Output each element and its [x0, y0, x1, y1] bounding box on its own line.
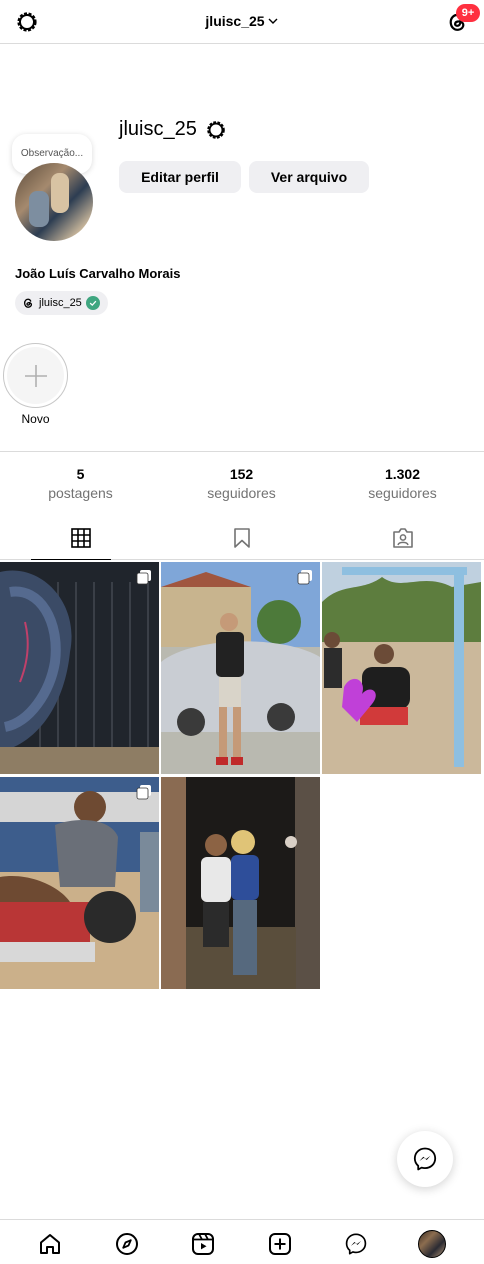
followers-label: seguidores: [207, 485, 276, 501]
messenger-icon[interactable]: [344, 1232, 368, 1256]
reels-icon[interactable]: [191, 1232, 215, 1256]
avatar-figure: [51, 173, 69, 213]
new-post-icon[interactable]: [268, 1232, 292, 1256]
avatar-figure: [29, 191, 49, 227]
posts-stat: 5 postagens: [0, 466, 161, 501]
notification-badge: 9+: [456, 4, 480, 22]
top-bar: jluisc_25 9+: [0, 0, 484, 44]
post-thumbnail[interactable]: [322, 562, 481, 774]
explore-icon[interactable]: [115, 1232, 139, 1256]
post-thumbnail[interactable]: [161, 562, 320, 774]
following-stat[interactable]: 1.302 seguidores: [322, 466, 483, 501]
following-count: 1.302: [384, 466, 421, 482]
messenger-fab-button[interactable]: [397, 1131, 453, 1187]
threads-profile-link[interactable]: jluisc_25: [15, 291, 108, 315]
account-switcher[interactable]: jluisc_25: [0, 13, 484, 29]
post-image: [161, 777, 320, 989]
post-thumbnail[interactable]: [161, 777, 320, 989]
threads-handle: jluisc_25: [39, 297, 82, 309]
carousel-icon: [136, 570, 151, 585]
tab-posts-grid[interactable]: [0, 519, 161, 560]
profile-avatar-nav[interactable]: [418, 1230, 446, 1258]
profile-username: jluisc_25: [119, 118, 197, 140]
tab-saved[interactable]: [161, 519, 322, 559]
saved-icon: [234, 528, 250, 548]
post-image: [161, 562, 320, 774]
settings-gear-icon[interactable]: [205, 119, 227, 141]
post-thumbnail[interactable]: [0, 777, 159, 989]
full-name: João Luís Carvalho Morais: [15, 266, 181, 281]
bottom-navigation: [0, 1219, 484, 1264]
post-image: [0, 562, 159, 774]
note-placeholder: Observação...: [20, 148, 84, 159]
profile-avatar[interactable]: [15, 163, 93, 241]
followers-count: 152: [229, 466, 254, 482]
messenger-icon: [413, 1147, 437, 1171]
new-highlight-label: Novo: [21, 412, 50, 426]
divider: [0, 451, 484, 452]
chevron-down-icon: [268, 18, 278, 24]
followers-stat[interactable]: 152 seguidores: [161, 466, 322, 501]
view-archive-button[interactable]: Ver arquivo: [249, 161, 369, 193]
grid-icon: [71, 528, 91, 548]
post-image: [322, 562, 481, 774]
tab-tagged[interactable]: [322, 519, 483, 559]
post-thumbnail[interactable]: [0, 562, 159, 774]
edit-profile-button[interactable]: Editar perfil: [119, 161, 241, 193]
post-image: [0, 777, 159, 989]
verified-check-icon: [85, 296, 100, 310]
threads-icon: [23, 298, 33, 308]
tagged-icon: [393, 528, 413, 548]
posts-count: 5: [76, 466, 85, 482]
profile-tabs: [0, 519, 484, 560]
carousel-icon: [136, 785, 151, 800]
plus-icon: [25, 365, 47, 387]
carousel-icon: [297, 570, 312, 585]
account-username: jluisc_25: [205, 13, 265, 29]
new-highlight-button[interactable]: [3, 343, 68, 408]
home-icon[interactable]: [38, 1232, 62, 1256]
following-label: seguidores: [368, 485, 437, 501]
posts-label: postagens: [48, 485, 113, 501]
